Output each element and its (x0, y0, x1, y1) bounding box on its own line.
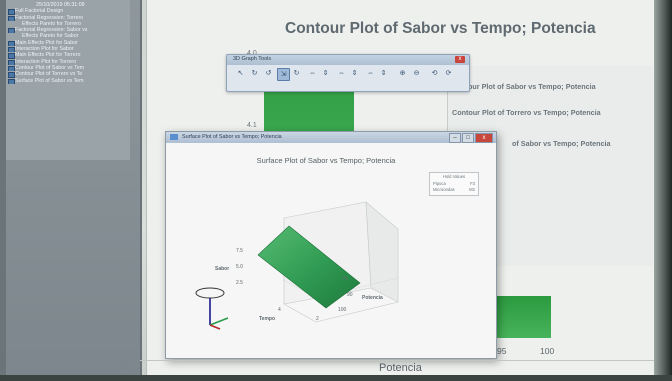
rotate-z-icon[interactable]: ↻ (291, 68, 302, 79)
select-tool-icon[interactable]: ↖ (235, 68, 246, 79)
tempo-axis-label: Tempo (259, 316, 276, 322)
graph-title: Contour Plot of Sabor vs Tempo; Potencia (285, 20, 596, 37)
plot-title: Surface Plot of Sabor vs Tempo; Potencia (256, 156, 396, 165)
rotate-x-icon[interactable]: ↻ (249, 68, 260, 79)
z-tick: 2.5 (236, 280, 243, 286)
graph-icon (8, 78, 15, 84)
potencia-tick: 75 (342, 276, 348, 282)
z-tick: 7.5 (236, 248, 243, 254)
hold-value: M2 (469, 187, 475, 192)
potencia-tick: 90 (347, 292, 353, 298)
y-tick: 4.1 (247, 122, 257, 129)
hold-value-name: Microondas (433, 187, 455, 192)
graph-list-item[interactable]: of Sabor vs Tempo; Potencia (512, 139, 611, 148)
monitor-bezel (654, 0, 672, 381)
zoom-in-icon[interactable]: ⊕ (397, 68, 408, 79)
redo-view-icon[interactable]: ⟳ (443, 68, 454, 79)
x-tick: 95 (497, 346, 507, 356)
maximize-button[interactable]: □ (462, 133, 474, 143)
project-manager-panel: 25/10/2019 05:31:09 Full Factorial Desig… (0, 0, 142, 381)
toolbar-close-button[interactable]: x (455, 56, 465, 63)
hold-values-title: Hold Values (442, 174, 466, 179)
hold-value: F3 (470, 181, 475, 186)
toolbar-title: 3D Graph Tools (233, 56, 272, 62)
graph-list-item[interactable]: Contour Plot of Torrero vs Tempo; Potenc… (452, 108, 601, 117)
move-x-icon[interactable]: ⇔ (336, 68, 347, 79)
surface-plot-3d[interactable] (166, 132, 496, 358)
z-axis-label: Sabor (215, 266, 230, 272)
tree-item-surface-sabor[interactable]: Surface Plot of Sabor vs Tem (6, 78, 130, 84)
move-x-icon[interactable]: ⇔ (307, 68, 318, 79)
graph-window-icon (170, 134, 178, 140)
hold-value-name: Pipoca (433, 181, 446, 186)
move-y-icon[interactable]: ⇕ (320, 68, 331, 79)
pan-tool-icon[interactable]: ⇲ (277, 68, 290, 81)
potencia-axis-label: Potencia (362, 295, 383, 301)
window-title: Surface Plot of Sabor vs Tempo; Potencia (182, 134, 282, 140)
minimize-button[interactable]: – (449, 133, 461, 143)
tempo-tick: 2 (316, 316, 319, 322)
surface-mesh (257, 225, 361, 309)
tempo-tick: 4 (278, 307, 281, 313)
reset-view-icon[interactable]: ⟲ (429, 68, 440, 79)
window-titlebar[interactable]: Surface Plot of Sabor vs Tempo; Potencia… (166, 132, 496, 143)
move-x-icon[interactable]: ⇔ (365, 68, 376, 79)
monitor-bezel (0, 375, 672, 381)
move-y-icon[interactable]: ⇕ (378, 68, 389, 79)
move-y-icon[interactable]: ⇕ (349, 68, 360, 79)
zoom-out-icon[interactable]: ⊖ (411, 68, 422, 79)
x-tick: 100 (540, 346, 555, 356)
x-axis-label: Potencia (379, 362, 422, 374)
toolbar-titlebar[interactable]: 3D Graph Tools x (227, 55, 469, 65)
z-tick: 5.0 (236, 264, 243, 270)
3d-graph-tools-toolbar: 3D Graph Tools x ↖ ↻ ↺ ⇲ ↻ ⇔ ⇕ ⇔ ⇕ ⇔ ⇕ ⊕… (226, 54, 470, 92)
close-button[interactable]: x (475, 133, 493, 143)
rotate-y-icon[interactable]: ↺ (263, 68, 274, 79)
divider (140, 360, 655, 361)
graph-list-item[interactable]: our Plot of Sabor vs Tempo; Potencia (468, 82, 596, 91)
surface-plot-window: Surface Plot of Sabor vs Tempo; Potencia… (165, 131, 497, 359)
contour-region (489, 296, 551, 338)
project-tree: 25/10/2019 05:31:09 Full Factorial Desig… (6, 0, 130, 160)
potencia-tick: 100 (338, 307, 347, 313)
hold-values-box: Hold Values Pipoca F3 Microondas M2 (429, 172, 479, 196)
